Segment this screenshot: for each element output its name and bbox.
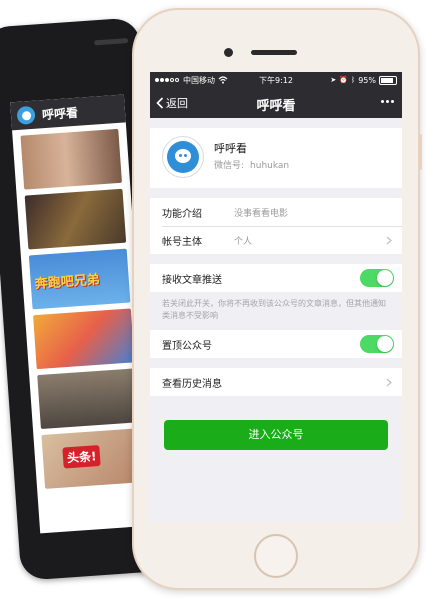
thumbnail-running-man-text: 奔跑吧兄弟: [34, 272, 101, 293]
account-avatar: [162, 136, 204, 178]
iphone-screen: 中国移动 下午9:12 ➤ ⏰ ᛒ 95% 返回 呼呼看 呼呼看 微信号: hu…: [150, 72, 402, 522]
thumbnail-movie-still[interactable]: [20, 128, 122, 190]
thumbnail-running-man[interactable]: 奔跑吧兄弟: [28, 248, 131, 310]
intro-row: 功能介绍 没事看看电影: [150, 198, 402, 226]
wechat-id-value: huhukan: [250, 161, 290, 171]
status-bar: 中国移动 下午9:12 ➤ ⏰ ᛒ 95%: [150, 72, 402, 88]
wechat-id-label: 微信号:: [214, 161, 245, 171]
owner-row[interactable]: 帐号主体 个人: [150, 226, 402, 254]
android-app-title: 呼呼看: [41, 105, 79, 122]
status-time: 下午9:12: [259, 76, 293, 85]
pin-label: 置顶公众号: [162, 340, 212, 352]
earpiece-speaker: [251, 50, 297, 55]
account-name: 呼呼看: [214, 142, 247, 155]
pin-row: 置顶公众号: [150, 330, 402, 358]
more-options-icon[interactable]: [379, 100, 394, 103]
thumbnail-variety-show-cast[interactable]: [37, 368, 139, 430]
pin-toggle[interactable]: [360, 335, 394, 353]
intro-label: 功能介绍: [162, 208, 202, 220]
account-profile[interactable]: 呼呼看 微信号: huhukan: [150, 128, 402, 188]
power-button: [419, 134, 422, 170]
app-logo-icon: [16, 105, 36, 125]
chevron-right-icon: [386, 236, 392, 245]
push-note: 若关闭此开关，你将不再收到该公众号的文章消息，但其他通知类消息不受影响: [162, 299, 386, 320]
info-section: 功能介绍 没事看看电影 帐号主体 个人: [150, 198, 402, 254]
receive-push-label: 接收文章推送: [162, 274, 222, 286]
android-app-bar: 呼呼看: [10, 94, 126, 131]
push-section: 接收文章推送: [150, 264, 402, 292]
owner-value: 个人: [234, 236, 253, 247]
pin-section: 置顶公众号: [150, 330, 402, 358]
navigation-bar: 返回 呼呼看: [150, 88, 402, 118]
intro-value: 没事看看电影: [234, 208, 289, 219]
page-title: 呼呼看: [256, 99, 296, 114]
receive-push-toggle[interactable]: [360, 269, 394, 287]
front-camera: [224, 48, 233, 57]
thumbnail-headline-news-text: 头条!: [62, 444, 102, 469]
battery-icon: [379, 75, 397, 85]
history-row[interactable]: 查看历史消息: [150, 368, 402, 396]
android-speaker: [93, 38, 129, 46]
history-section: 查看历史消息: [150, 368, 402, 396]
wechat-id-row: 微信号: huhukan: [214, 158, 289, 171]
owner-label: 帐号主体: [162, 236, 202, 248]
history-label: 查看历史消息: [162, 378, 222, 390]
receive-push-row: 接收文章推送: [150, 264, 402, 292]
iphone-frame: 中国移动 下午9:12 ➤ ⏰ ᛒ 95% 返回 呼呼看 呼呼看 微信号: hu…: [132, 8, 422, 590]
home-button[interactable]: [254, 534, 298, 578]
thumbnail-one-piece[interactable]: [33, 308, 135, 370]
enter-account-button[interactable]: 进入公众号: [164, 420, 388, 450]
thumbnail-cartoon-characters[interactable]: [24, 188, 127, 250]
chevron-right-icon: [386, 378, 392, 387]
thumbnail-headline-news[interactable]: 头条!: [41, 428, 143, 489]
